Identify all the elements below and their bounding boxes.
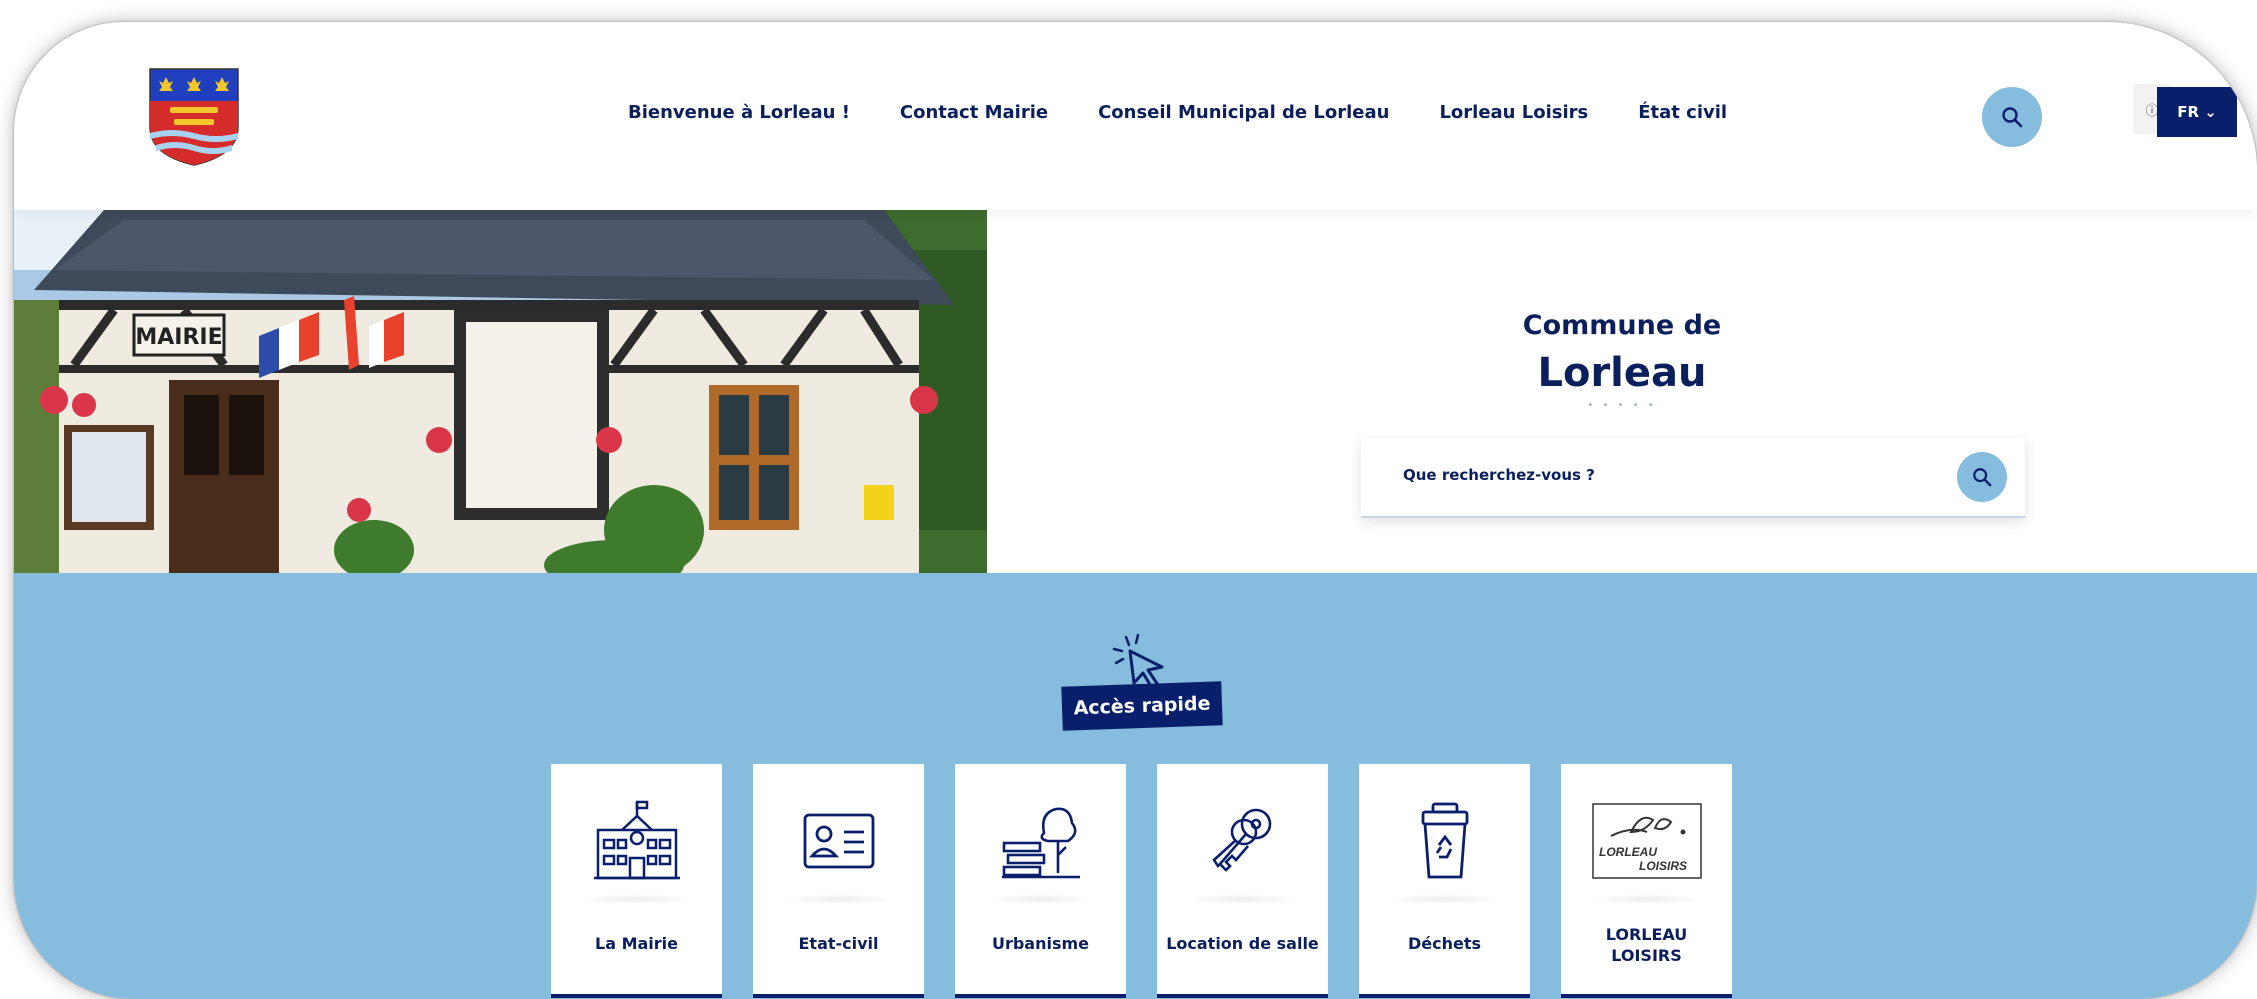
nav-etat-civil[interactable]: État civil (1638, 102, 1727, 123)
coat-of-arms-logo[interactable] (148, 67, 240, 167)
keys-icon (1211, 808, 1271, 872)
card-label: Etat-civil (798, 934, 879, 953)
card-lorleau-loisirs[interactable]: LORLEAU LOISIRS LORLEAU LOISIRS (1561, 764, 1732, 998)
nav-conseil-municipal[interactable]: Conseil Municipal de Lorleau (1098, 102, 1389, 123)
title-divider: • • • • • (1587, 400, 1657, 411)
header-search-button[interactable] (1982, 87, 2042, 147)
urban-tree-icon (1001, 807, 1080, 879)
card-location-de-salle[interactable]: Location de salle (1157, 764, 1328, 998)
card-label: La Mairie (595, 934, 678, 953)
commune-subtitle: Commune de (1522, 310, 1722, 341)
search-submit-button[interactable] (1957, 452, 2007, 502)
town-hall-icon (593, 800, 680, 880)
quick-access-section: Accès rapide La Mairie Etat-civil Urbani… (14, 573, 2257, 999)
nav-bienvenue[interactable]: Bienvenue à Lorleau ! (628, 102, 850, 123)
svg-text:LOISIRS: LOISIRS (1639, 859, 1687, 873)
page-frame: Bienvenue à Lorleau ! Contact Mairie Con… (14, 22, 2257, 999)
search-icon (2002, 107, 2023, 128)
id-card-icon (803, 813, 874, 869)
language-selector[interactable]: FR ⌄ (2157, 87, 2237, 137)
quick-access-badge: Accès rapide (1061, 681, 1223, 731)
site-header: Bienvenue à Lorleau ! Contact Mairie Con… (14, 22, 2257, 210)
card-label: LORLEAU LOISIRS (1605, 925, 1688, 965)
search-placeholder: Que recherchez-vous ? (1403, 466, 1595, 484)
card-label: Urbanisme (991, 934, 1090, 953)
recycle-bin-icon (1421, 802, 1468, 879)
lorleau-loisirs-logo: LORLEAU LOISIRS (1591, 803, 1702, 879)
card-la-mairie[interactable]: La Mairie (551, 764, 722, 998)
hero-search-panel: Commune de Lorleau • • • • • Que recherc… (987, 210, 2257, 573)
svg-text:LORLEAU: LORLEAU (1599, 845, 1657, 859)
card-etat-civil[interactable]: Etat-civil (753, 764, 924, 998)
card-dechets[interactable]: Déchets (1359, 764, 1530, 998)
nav-contact-mairie[interactable]: Contact Mairie (900, 102, 1048, 123)
nav-lorleau-loisirs[interactable]: Lorleau Loisirs (1439, 102, 1588, 123)
card-label: Location de salle (1166, 934, 1319, 953)
commune-title: Lorleau (1537, 350, 1707, 396)
card-urbanisme[interactable]: Urbanisme (955, 764, 1126, 998)
search-icon (1973, 468, 1992, 487)
quick-access-cards: La Mairie Etat-civil Urbanisme Location … (551, 764, 1763, 998)
card-label: Déchets (1407, 934, 1482, 953)
town-hall-photo: MAIRIE (14, 210, 987, 573)
site-search-input[interactable]: Que recherchez-vous ? (1361, 438, 2025, 518)
mairie-sign: MAIRIE (135, 325, 222, 350)
main-nav: Bienvenue à Lorleau ! Contact Mairie Con… (628, 102, 1777, 123)
